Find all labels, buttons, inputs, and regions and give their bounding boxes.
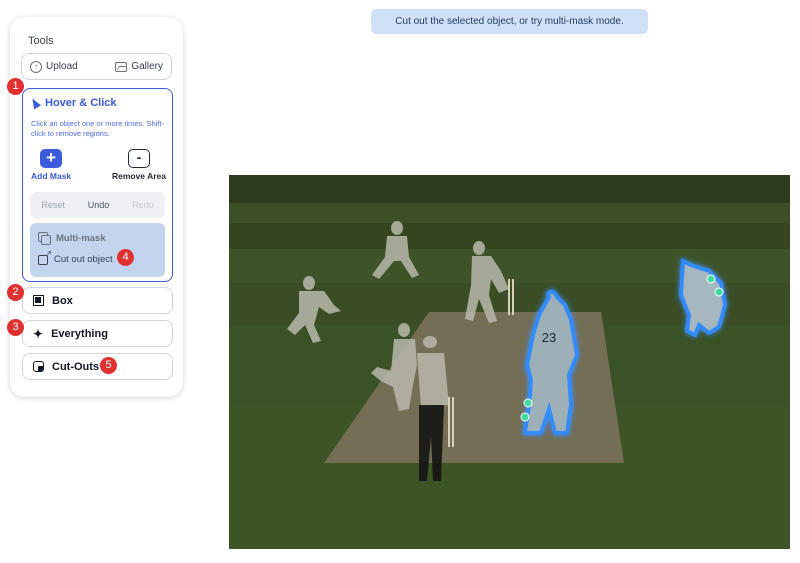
reset-button[interactable]: Reset (41, 200, 65, 210)
add-mask-label: Add Mask (31, 171, 72, 181)
remove-area-label: Remove Area (111, 171, 166, 181)
annotation-badge: 2 (7, 284, 24, 301)
hover-click-description: Click an object one or more times. Shift… (31, 119, 164, 138)
cutout-object-button[interactable]: Cut out object (38, 249, 113, 265)
box-tool-button[interactable]: Box (22, 287, 173, 314)
minus-icon: - (127, 149, 150, 168)
cutout-label: Cut out object (54, 254, 113, 265)
stack-icon (38, 232, 51, 245)
gallery-label: Gallery (131, 61, 163, 72)
cutouts-tool-button[interactable]: Cut-Outs (22, 353, 173, 380)
upload-label: Upload (46, 61, 78, 72)
hint-tooltip: Cut out the selected object, or try mult… (371, 9, 648, 34)
mask-buttons: + Add Mask - Remove Area (31, 149, 166, 182)
add-mask-button[interactable]: + Add Mask (31, 149, 72, 182)
reset-undo-redo-bar: Reset Undo Redo (30, 192, 165, 218)
multimask-label: Multi-mask (56, 232, 106, 244)
cutout-icon (38, 249, 52, 265)
annotation-badge: 1 (7, 78, 24, 95)
cricket-scene: 23 (229, 175, 790, 549)
app-root: Cut out the selected object, or try mult… (0, 0, 800, 563)
upload-icon: ↑ (30, 60, 42, 73)
gallery-button[interactable]: Gallery (115, 61, 163, 72)
everything-label: Everything (51, 327, 108, 340)
undo-button[interactable]: Undo (88, 200, 110, 210)
sparkle-icon: ✦ (33, 326, 44, 341)
image-canvas[interactable]: 23 (229, 175, 790, 549)
jersey-number: 23 (542, 330, 556, 345)
annotation-badge: 3 (7, 319, 24, 336)
redo-button[interactable]: Redo (132, 200, 154, 210)
hover-click-header: Hover & Click (29, 96, 117, 110)
hover-click-title: Hover & Click (45, 97, 117, 109)
hover-click-panel[interactable]: Hover & Click Click an object one or mor… (22, 88, 173, 282)
upload-button[interactable]: ↑ Upload (30, 60, 78, 73)
multimask-panel: Multi-mask Cut out object (30, 223, 165, 277)
box-icon (33, 295, 44, 306)
cutouts-icon (33, 361, 44, 372)
plus-icon: + (40, 149, 63, 168)
cursor-icon (29, 96, 41, 110)
gallery-icon (115, 61, 128, 72)
box-label: Box (52, 294, 73, 307)
multimask-button[interactable]: Multi-mask (38, 232, 106, 245)
upload-gallery-bar: ↑ Upload Gallery (21, 53, 172, 80)
tools-title: Tools (28, 35, 54, 47)
annotation-badge: 5 (100, 357, 117, 374)
cutouts-label: Cut-Outs (52, 360, 100, 373)
everything-tool-button[interactable]: ✦ Everything (22, 320, 173, 347)
annotation-badge: 4 (117, 249, 134, 266)
tools-sidebar: Tools ↑ Upload Gallery Hover & Click Cli… (10, 17, 183, 397)
remove-area-button[interactable]: - Remove Area (112, 149, 166, 181)
